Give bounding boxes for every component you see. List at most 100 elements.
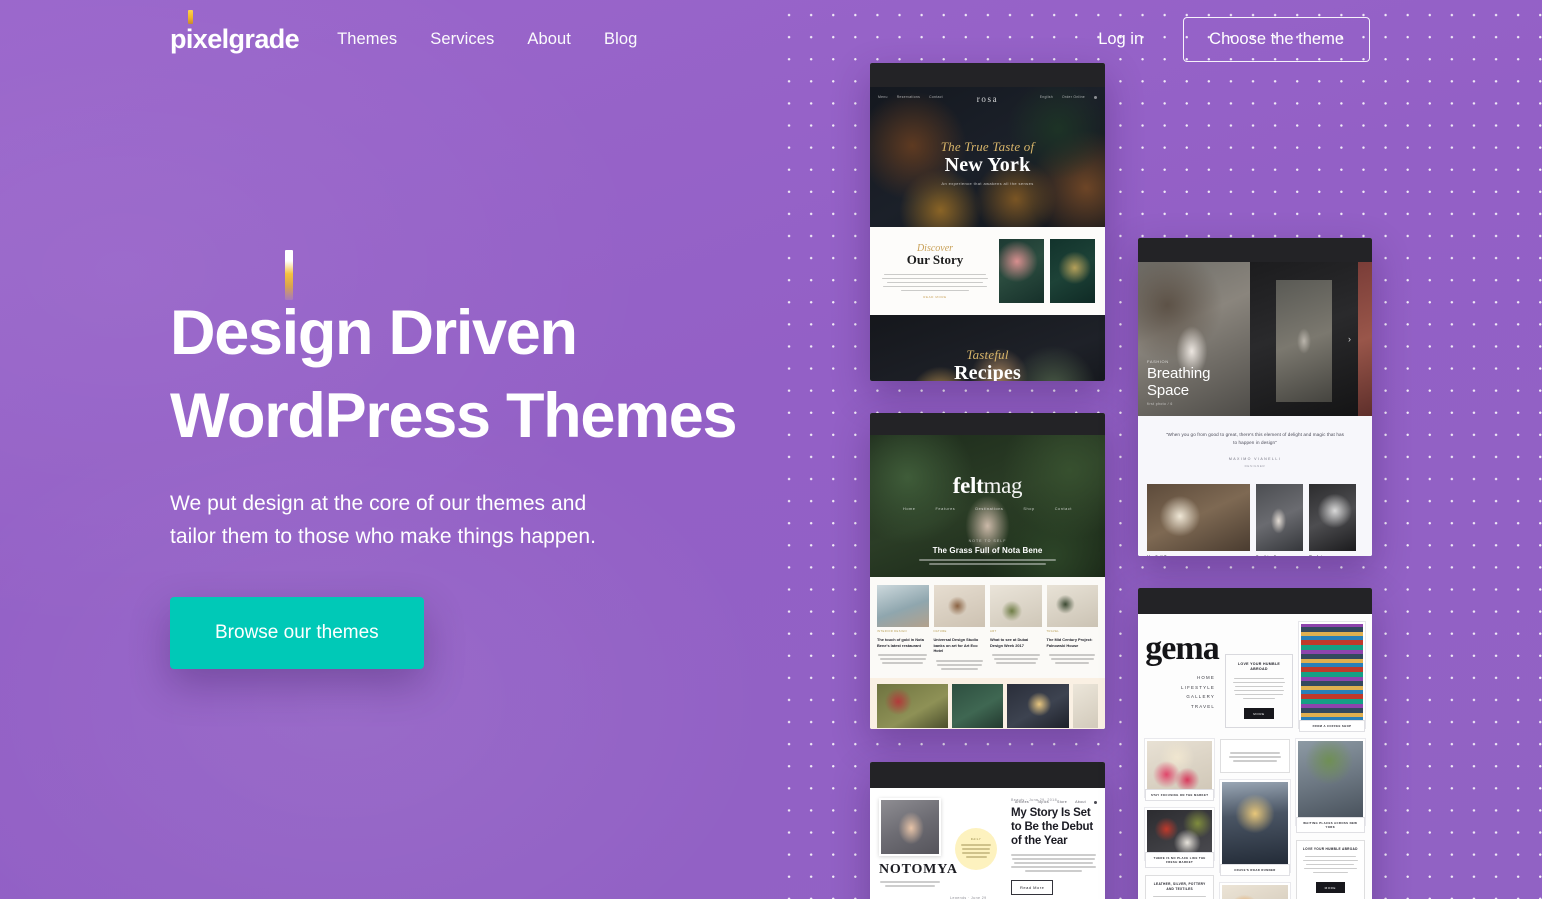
rosa-cart-icon[interactable] <box>1094 95 1097 99</box>
rosa-nav-language[interactable]: English <box>1040 95 1053 99</box>
gema-post[interactable]: STOP FOLLOWING ON THE TARGET <box>1220 883 1290 899</box>
gallery-thumbnail <box>1309 484 1356 552</box>
breathing-space-next-slide[interactable] <box>1358 262 1372 416</box>
feltmag-nav-features[interactable]: Features <box>936 507 956 511</box>
feltmag-article-card[interactable]: ART What to see at Dubai Design Week 201… <box>990 585 1042 672</box>
gema-post-image <box>1295 739 1365 825</box>
notomya-nav-articles[interactable]: Articles <box>1015 800 1029 804</box>
gema-feature-button[interactable]: MORE <box>1244 708 1274 720</box>
gema-text-box-button[interactable]: MORE <box>1315 882 1346 894</box>
rosa-recipes-copy: Tasteful Recipes <box>870 347 1105 381</box>
notomya-read-more-button[interactable]: Read More <box>1011 879 1054 895</box>
theme-card-gema[interactable]: gema HOME LIFESTYLE GALLERY TRAVEL LOVE … <box>1138 588 1372 899</box>
feltmag-article-card[interactable]: INTERIOR DESIGN The touch of gold in Not… <box>877 585 929 672</box>
feltmag-article-title: The touch of gold in Nota Bene's latest … <box>877 637 924 648</box>
browse-themes-button[interactable]: Browse our themes <box>170 597 424 670</box>
gallery-thumbnail <box>1256 484 1303 552</box>
gema-nav-gallery[interactable]: GALLERY <box>1145 692 1215 702</box>
feltmag-nav-shop[interactable]: Shop <box>1023 507 1034 511</box>
notomya-main-post: Beauty · June 29, 2018 My Story Is Set t… <box>1011 798 1096 899</box>
feltmag-article-excerpt <box>1047 654 1099 664</box>
rosa-hero-tagline: An experience that awakens all the sense… <box>941 181 1034 186</box>
nav-item-services[interactable]: Services <box>430 30 494 49</box>
hero-section: Design Driven WordPress Themes We put de… <box>170 250 780 670</box>
search-icon[interactable] <box>1094 800 1097 804</box>
gallery-item-title: Mon Petit Terras <box>1147 555 1250 556</box>
gema-nav-lifestyle[interactable]: LIFESTYLE <box>1145 683 1215 693</box>
gema-shelf-image <box>1299 622 1365 728</box>
feltmag-article-thumbnail <box>1046 585 1098 627</box>
gema-post-caption: CRAVE'S ROAD RUNNER <box>1220 864 1290 876</box>
feltmag-article-title: The Mid Century Project: Falnowski House <box>1046 637 1093 648</box>
browser-chrome-bar <box>1138 588 1372 614</box>
feltmag-article-excerpt <box>877 654 929 664</box>
browser-chrome-bar <box>870 413 1105 435</box>
rosa-story-copy: Discover Our Story READ MORE <box>880 243 990 299</box>
hero-subheading-line-2: tailor them to those who make things hap… <box>170 525 596 549</box>
gema-nav-home[interactable]: HOME <box>1145 673 1215 683</box>
rosa-story-link[interactable]: READ MORE <box>880 295 990 299</box>
gema-nav-travel[interactable]: TRAVEL <box>1145 702 1215 712</box>
gema-text-box-body <box>1302 855 1359 874</box>
rosa-nav-contact[interactable]: Contact <box>929 95 943 99</box>
gema-post[interactable]: CRAVE'S ROAD RUNNER <box>1220 780 1290 876</box>
rosa-hero-script: The True Taste of <box>940 139 1035 154</box>
gema-brand-name: gema <box>1145 630 1219 667</box>
gema-text-box-title: LOVE YOUR HUMBLE ABROAD <box>1302 847 1358 851</box>
theme-card-feltmag[interactable]: feltmag Home Features Destinations Shop … <box>870 413 1105 729</box>
feltmag-nav-contact[interactable]: Contact <box>1055 507 1072 511</box>
feltmag-article-category: NATURE <box>933 630 947 633</box>
feltmag-article-row: INTERIOR DESIGN The touch of gold in Not… <box>877 585 1098 672</box>
logo-text: pixelgrade <box>170 23 300 54</box>
feltmag-hero-excerpt <box>870 559 1105 565</box>
rosa-story-body-text <box>880 273 990 292</box>
feltmag-article-category: INTERIOR DESIGN <box>877 630 907 633</box>
feltmag-nav-destinations[interactable]: Destinations <box>975 507 1003 511</box>
breathing-space-secondary-image: › <box>1250 262 1358 416</box>
gema-post[interactable]: THERE IS NO PLACE LIKE THE FRESH MARKET <box>1145 808 1215 868</box>
notomya-nav-about[interactable]: About <box>1075 800 1086 804</box>
feltmag-hero-kicker: NOTE TO SELF <box>968 539 1007 544</box>
breathing-space-title: Breathing Space <box>1147 365 1211 399</box>
notomya-post-excerpt <box>1011 854 1096 872</box>
feltmag-article-card[interactable]: TRAVEL The Mid Century Project: Falnowsk… <box>1046 585 1099 672</box>
gema-text-box[interactable]: LOVE YOUR HUMBLE ABROAD MORE <box>1295 840 1365 899</box>
notomya-brand-name: NOTOMYA <box>879 862 958 877</box>
breathing-space-slider: FASHION Breathing Space first photo / 6 … <box>1138 262 1372 416</box>
gema-post[interactable]: WAITING PLACES ACROSS NEW YORK <box>1295 739 1365 833</box>
breathing-space-gallery-item[interactable]: Mon Petit Terras Interiors <box>1147 484 1250 556</box>
gema-feature-column: LOVE YOUR HUMBLE ABROAD MORE <box>1225 622 1293 732</box>
login-link[interactable]: Log in <box>1098 30 1143 49</box>
rosa-nav-reservations[interactable]: Reservations <box>897 95 920 99</box>
hero-accent-bar-icon <box>285 250 293 300</box>
notomya-sidebar: NOTOMYA Fashion · June 29, 2018 <box>879 798 958 899</box>
nav-item-themes[interactable]: Themes <box>337 30 397 49</box>
breathing-space-gallery-item[interactable]: Breathing Space Fashion <box>1256 484 1303 556</box>
feltmag-brand-bold: felt <box>952 473 984 498</box>
gallery-thumbnail <box>1147 484 1250 552</box>
feltmag-article-card[interactable]: NATURE Universal Design Studio banks on … <box>933 585 985 672</box>
gema-feature-box[interactable]: LOVE YOUR HUMBLE ABROAD MORE <box>1225 654 1293 728</box>
rosa-nav-order[interactable]: Order Online <box>1062 95 1085 99</box>
feltmag-article-title: What to see at Dubai Design Week 2017 <box>990 637 1029 648</box>
gema-post-caption: STAY FOCUSING ON THE MARKET <box>1145 789 1215 801</box>
feltmag-article-grid: INTERIOR DESIGN The touch of gold in Not… <box>870 577 1105 678</box>
rosa-nav-menu[interactable]: Menu <box>878 95 888 99</box>
notomya-nav-store[interactable]: Store <box>1057 800 1067 804</box>
feltmag-nav-home[interactable]: Home <box>903 507 916 511</box>
notomya-body: Articles Topics Store About NOTOMYA Fash… <box>870 788 1105 899</box>
feltmag-brand-light: mag <box>983 473 1023 498</box>
pixelgrade-logo[interactable]: pixelgrade <box>170 9 300 54</box>
gema-text-box[interactable]: LEATHER, SILVER, POTTERY AND TEXTILES MO… <box>1145 875 1215 899</box>
notomya-author-photo <box>879 798 941 856</box>
theme-card-notomya[interactable]: Articles Topics Store About NOTOMYA Fash… <box>870 762 1105 899</box>
choose-theme-button[interactable]: Choose the theme <box>1183 16 1370 62</box>
breathing-space-gallery-item[interactable]: The Autumn Portrait <box>1309 484 1356 556</box>
chevron-right-icon[interactable]: › <box>1348 334 1351 344</box>
nav-item-about[interactable]: About <box>527 30 571 49</box>
notomya-nav-topics[interactable]: Topics <box>1037 800 1049 804</box>
nav-item-blog[interactable]: Blog <box>604 30 637 49</box>
gema-post[interactable]: STAY FOCUSING ON THE MARKET <box>1145 739 1215 801</box>
theme-card-breathing-space[interactable]: FASHION Breathing Space first photo / 6 … <box>1138 238 1372 556</box>
theme-card-rosa[interactable]: Menu Reservations Contact rosa English O… <box>870 63 1105 381</box>
